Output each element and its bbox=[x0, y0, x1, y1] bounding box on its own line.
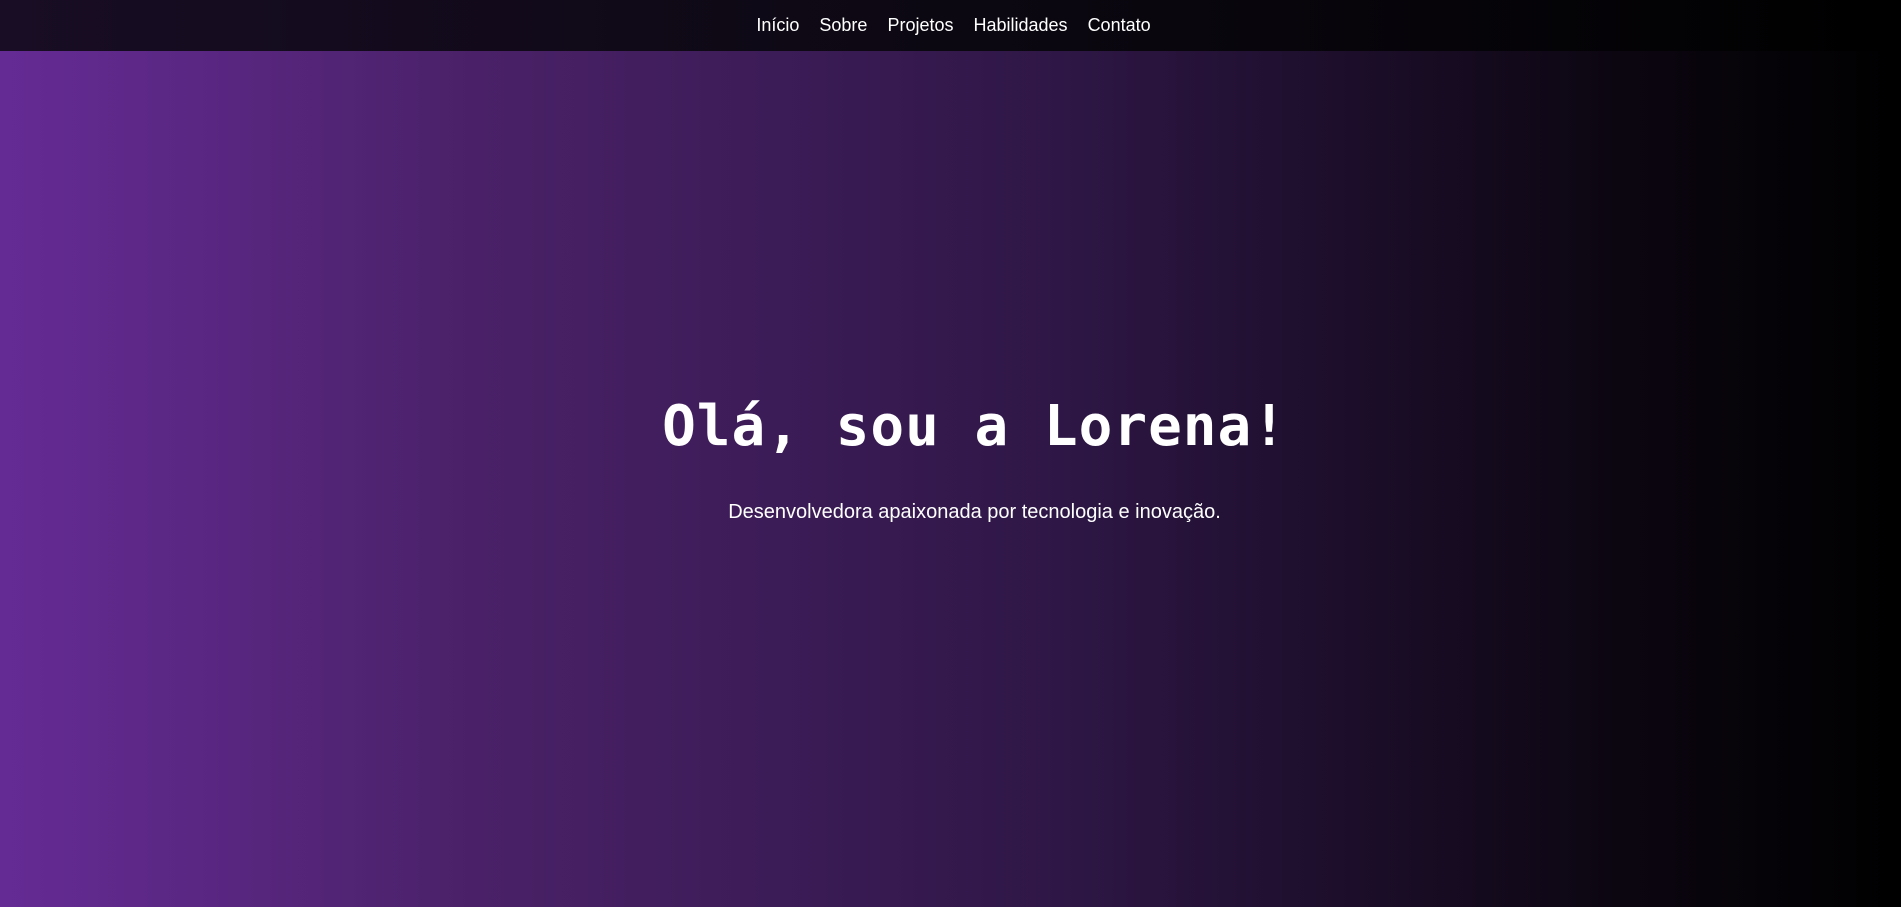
nav-item-sobre: Sobre bbox=[819, 15, 867, 36]
nav-item-inicio: Início bbox=[756, 15, 799, 36]
nav-link-sobre[interactable]: Sobre bbox=[819, 15, 867, 35]
hero-subtitle: Desenvolvedora apaixonada por tecnologia… bbox=[728, 501, 1221, 523]
nav-link-habilidades[interactable]: Habilidades bbox=[974, 15, 1068, 35]
nav-item-projetos: Projetos bbox=[887, 15, 953, 36]
nav-link-contato[interactable]: Contato bbox=[1088, 15, 1151, 35]
nav-menu: Início Sobre Projetos Habilidades Contat… bbox=[750, 15, 1150, 37]
hero-section: Olá, sou a Lorena! Desenvolvedora apaixo… bbox=[0, 51, 1901, 907]
nav-item-habilidades: Habilidades bbox=[974, 15, 1068, 36]
nav-link-projetos[interactable]: Projetos bbox=[887, 15, 953, 35]
nav-item-contato: Contato bbox=[1088, 15, 1151, 36]
hero-title: Olá, sou a Lorena! bbox=[662, 394, 1287, 459]
nav-link-inicio[interactable]: Início bbox=[756, 15, 799, 35]
top-navigation-bar: Início Sobre Projetos Habilidades Contat… bbox=[0, 0, 1901, 51]
